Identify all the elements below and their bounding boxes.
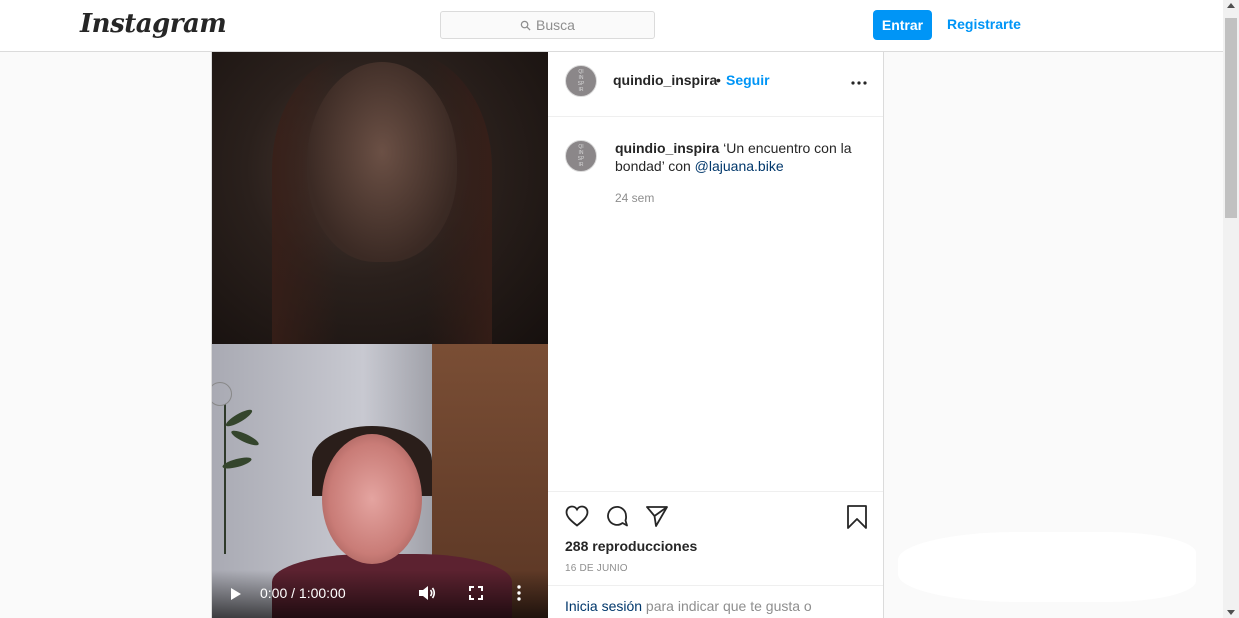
avatar-monogram-icon: QI IN SP IR (577, 144, 585, 168)
play-icon (231, 588, 241, 600)
comment-icon (607, 505, 628, 527)
caption-mention-link[interactable]: @lajuana.bike (695, 158, 784, 174)
scroll-down-arrow-icon[interactable] (1227, 610, 1235, 615)
post-sidebar: QI IN SP IR quindio_inspira • Seguir QI IN SP… (548, 52, 883, 618)
login-prompt: Inicia sesión para indicar que te gusta … (548, 585, 883, 618)
avatar-monogram-icon: QI IN SP IR (577, 69, 585, 93)
login-button[interactable]: Entrar (873, 10, 932, 40)
view-count[interactable]: 288 reproducciones (565, 538, 697, 554)
login-prompt-body: para indicar que te gusta o (642, 598, 812, 614)
video-plant (221, 404, 264, 554)
plant-leaf (229, 428, 261, 448)
scroll-up-arrow-icon[interactable] (1227, 3, 1235, 8)
avatar[interactable]: QI IN SP IR (565, 140, 597, 172)
volume-button[interactable] (418, 585, 436, 601)
like-button[interactable] (565, 505, 589, 532)
more-horizontal-icon (851, 81, 867, 85)
separator-dot: • (716, 72, 721, 88)
redaction-blob (898, 532, 1196, 602)
search-placeholder: Busca (536, 17, 575, 33)
post-actions: 288 reproducciones 16 DE JUNIO Inicia se… (548, 491, 883, 618)
bookmark-icon (847, 505, 867, 529)
plant-leaf (221, 455, 253, 471)
video-controls: 0:00 / 1:00:00 (212, 570, 548, 618)
comment-button[interactable] (605, 504, 629, 533)
search-input[interactable]: Busca (440, 11, 655, 39)
fullscreen-icon (469, 586, 483, 600)
login-link[interactable]: Inicia sesión (565, 598, 642, 614)
fullscreen-button[interactable] (468, 585, 484, 601)
play-button[interactable] (230, 587, 242, 601)
video-menu-button[interactable] (517, 585, 521, 601)
volume-icon (419, 586, 436, 600)
follow-button[interactable]: Seguir (726, 72, 770, 88)
top-navbar: Instagram Busca Entrar Registrarte (0, 0, 1223, 52)
post-username[interactable]: quindio_inspira (613, 72, 717, 88)
login-prompt-text: Inicia sesión para indicar que te gusta … (565, 598, 812, 614)
caption-comment: QI IN SP IR quindio_inspira ‘Un encuentro c… (548, 117, 883, 492)
search-icon (520, 20, 531, 31)
heart-icon (565, 505, 589, 527)
video-figure-face (307, 62, 457, 262)
more-vertical-icon (517, 585, 521, 601)
options-button[interactable] (851, 72, 867, 90)
scrollbar-thumb[interactable] (1225, 18, 1237, 218)
caption-timestamp[interactable]: 24 sem (615, 191, 654, 205)
caption-username[interactable]: quindio_inspira (615, 140, 719, 156)
video-figure-face-2 (322, 434, 422, 564)
caption-text: quindio_inspira ‘Un encuentro con la bon… (615, 139, 865, 175)
save-button[interactable] (846, 504, 868, 535)
video-time: 0:00 / 1:00:00 (260, 585, 346, 601)
signup-link[interactable]: Registrarte (947, 16, 1021, 32)
plant-leaf (224, 407, 254, 429)
instagram-logo[interactable]: Instagram (80, 9, 227, 39)
video-player[interactable]: 0:00 / 1:00:00 (212, 52, 548, 618)
video-frame-top (212, 52, 548, 344)
avatar[interactable]: QI IN SP IR (565, 65, 597, 97)
share-button[interactable] (645, 504, 669, 533)
post-date[interactable]: 16 DE JUNIO (565, 563, 628, 574)
page-scrollbar[interactable] (1223, 0, 1239, 618)
paper-plane-icon (646, 506, 668, 527)
post-header: QI IN SP IR quindio_inspira • Seguir (548, 52, 883, 117)
